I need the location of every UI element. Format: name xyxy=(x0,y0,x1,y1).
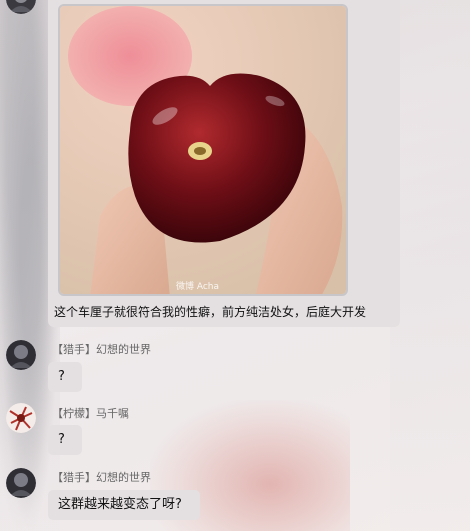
photo-watermark: 微博 Acha xyxy=(176,282,220,292)
message-bubble[interactable]: 这群越来越变态了呀? xyxy=(48,490,200,520)
message-bubble[interactable]: ? xyxy=(48,425,82,455)
chat-window: 微博 Acha 这个车厘子就很符合我的性癖，前方纯洁处女，后庭大开发 【猎手】幻… xyxy=(0,0,470,531)
avatar[interactable] xyxy=(6,340,36,370)
wallpaper-right xyxy=(390,0,470,531)
sender-name: 【猎手】幻想的世界 xyxy=(52,471,151,484)
message-bubble[interactable]: ? xyxy=(48,362,82,392)
cherry-photo[interactable] xyxy=(58,4,348,296)
sender-name: 【柠檬】马千嘱 xyxy=(52,407,129,420)
message-text: 这个车厘子就很符合我的性癖，前方纯洁处女，后庭大开发 xyxy=(54,305,367,319)
avatar[interactable] xyxy=(6,468,36,498)
sender-name: 【猎手】幻想的世界 xyxy=(52,343,151,356)
avatar[interactable] xyxy=(6,403,36,433)
